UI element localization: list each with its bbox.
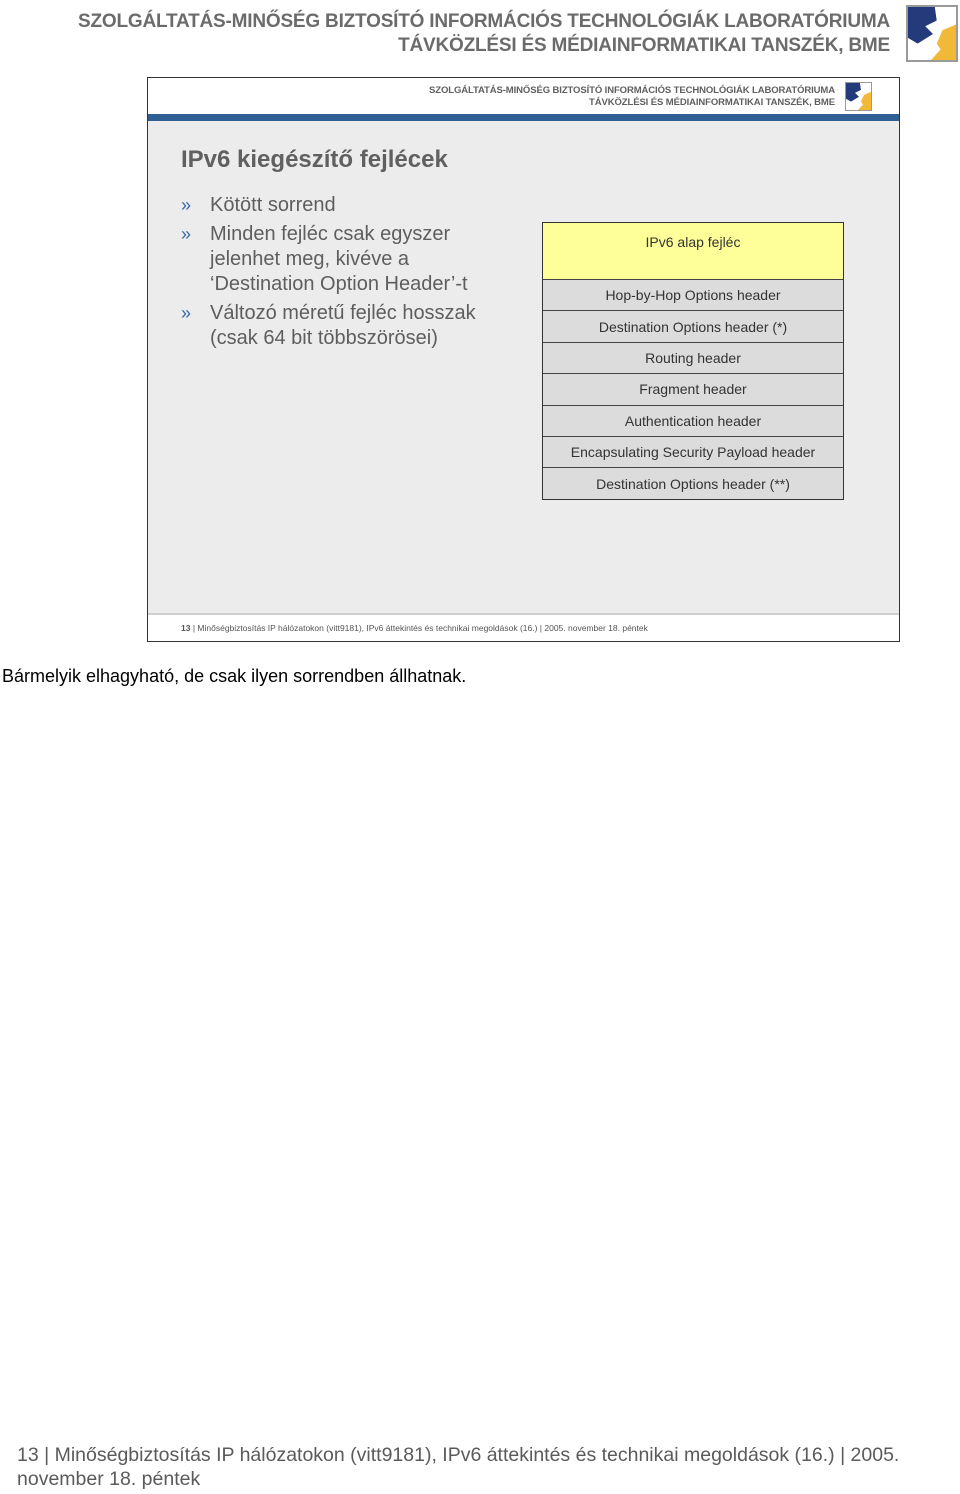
page-header-text: SZOLGÁLTATÁS-MINŐSÉG BIZTOSÍTÓ INFORMÁCI… <box>78 10 890 58</box>
stack-cell-routing: Routing header <box>543 341 843 374</box>
stack-cell-hop-by-hop: Hop-by-Hop Options header <box>543 279 843 311</box>
bullet-list: » Kötött sorrend » Minden fejléc csak eg… <box>181 193 511 355</box>
stack-cell-authentication: Authentication header <box>543 404 843 436</box>
stack-cell-destination-options-2: Destination Options header (**) <box>543 467 843 499</box>
slide-footer-divider <box>148 613 899 615</box>
bullet-item: » Változó méretű fejléc hosszak (csak 64… <box>181 301 511 351</box>
bme-lab-logo-icon <box>906 5 958 62</box>
bullet-chevron-icon: » <box>181 224 192 244</box>
extension-header-stack: IPv6 alap fejléc Hop-by-Hop Options head… <box>542 222 844 500</box>
stack-cell-esp: Encapsulating Security Payload header <box>543 435 843 468</box>
bullet-item: » Kötött sorrend <box>181 193 511 218</box>
bullet-chevron-icon: » <box>181 195 192 215</box>
bullet-item: » Minden fejléc csak egyszer jelenhet me… <box>181 222 511 297</box>
slide-title: IPv6 kiegészítő fejlécek <box>181 146 448 173</box>
slide-body: IPv6 kiegészítő fejlécek » Kötött sorren… <box>148 121 899 613</box>
department-name: TÁVKÖZLÉSI ÉS MÉDIAINFORMATIKAI TANSZÉK,… <box>398 35 890 56</box>
stack-cell-fragment: Fragment header <box>543 373 843 405</box>
slide-page-number: 13 <box>181 623 191 633</box>
bullet-chevron-icon: » <box>181 303 192 323</box>
slide-note: Bármelyik elhagyható, de csak ilyen sorr… <box>2 666 467 686</box>
slide-department-name: TÁVKÖZLÉSI ÉS MÉDIAINFORMATIKAI TANSZÉK,… <box>589 96 835 108</box>
page-header: SZOLGÁLTATÁS-MINŐSÉG BIZTOSÍTÓ INFORMÁCI… <box>0 0 960 70</box>
slide-footer: 13 | Minőségbiztosítás IP hálózatokon (v… <box>181 623 648 633</box>
stack-cell-ipv6-base-header: IPv6 alap fejléc <box>543 223 843 279</box>
slide: SZOLGÁLTATÁS-MINŐSÉG BIZTOSÍTÓ INFORMÁCI… <box>147 77 900 642</box>
slide-lab-name: SZOLGÁLTATÁS-MINŐSÉG BIZTOSÍTÓ INFORMÁCI… <box>429 85 835 96</box>
page-footer: 13 | Minőségbiztosítás IP hálózatokon (v… <box>17 1444 900 1490</box>
slide-header: SZOLGÁLTATÁS-MINŐSÉG BIZTOSÍTÓ INFORMÁCI… <box>148 78 899 114</box>
bullet-text: Változó méretű fejléc hosszak (csak 64 b… <box>210 302 476 349</box>
lab-name: SZOLGÁLTATÁS-MINŐSÉG BIZTOSÍTÓ INFORMÁCI… <box>78 11 890 32</box>
stack-cell-destination-options-1: Destination Options header (*) <box>543 310 843 342</box>
slide-accent-bar <box>148 114 899 121</box>
bullet-text: Kötött sorrend <box>210 194 336 216</box>
slide-footer-text: | Minőségbiztosítás IP hálózatokon (vitt… <box>192 623 648 633</box>
bullet-text: Minden fejléc csak egyszer jelenhet meg,… <box>210 223 468 295</box>
slide-logo-icon <box>845 82 872 111</box>
